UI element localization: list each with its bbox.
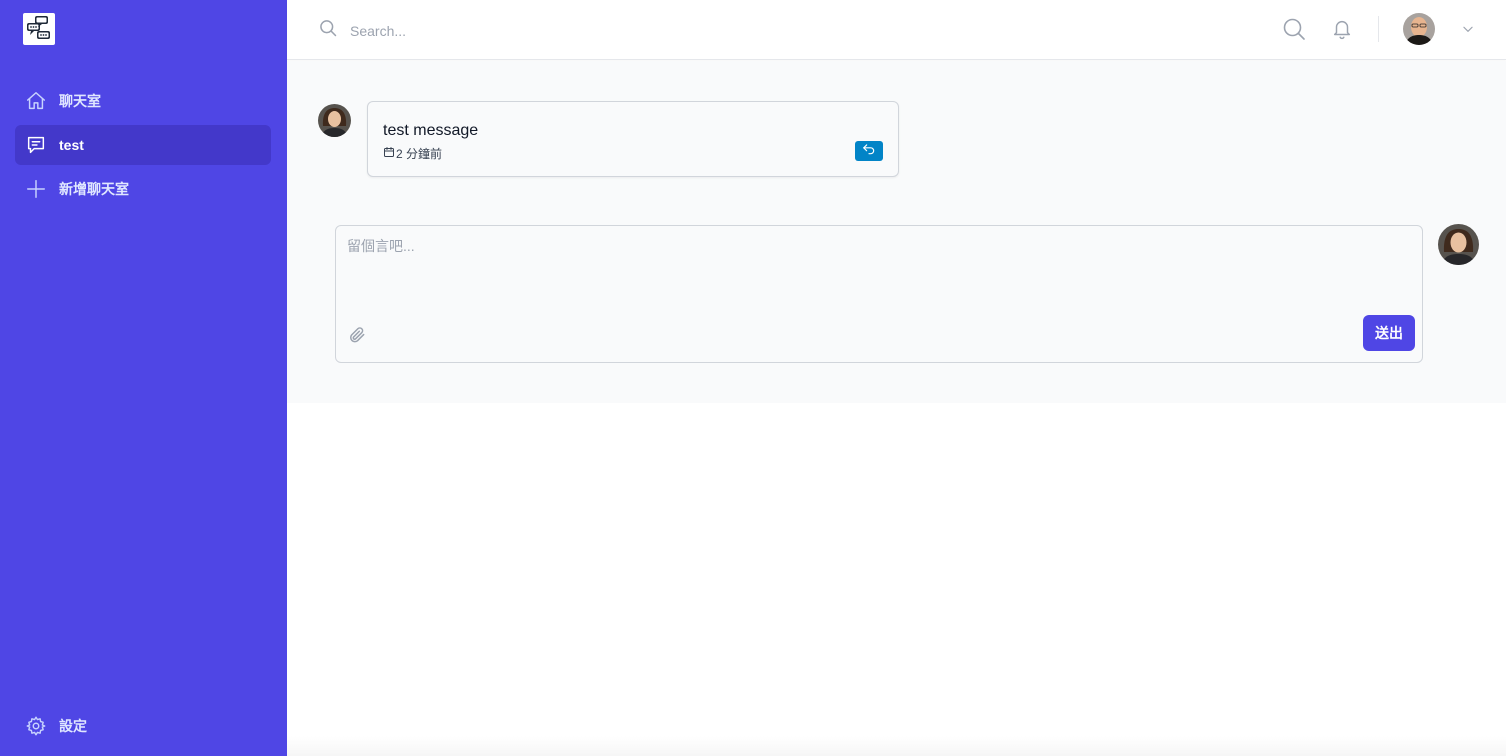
sidebar-item-label: 新增聊天室 [59, 181, 129, 197]
top-header [287, 0, 1506, 60]
search-bar [318, 18, 850, 43]
calendar-icon [383, 146, 395, 161]
message-timestamp: 2 分鐘前 [383, 145, 442, 162]
current-user-avatar [1438, 224, 1479, 265]
message-author-avatar [318, 104, 351, 137]
bottom-shadow [287, 736, 1506, 756]
search-input[interactable] [350, 22, 850, 39]
plus-icon [25, 178, 47, 200]
sidebar-item-settings[interactable]: 設定 [15, 706, 271, 746]
home-icon [25, 90, 47, 112]
chat-bubble-icon [25, 134, 47, 156]
chevron-down-icon[interactable] [1461, 22, 1475, 41]
sidebar-item-label: 設定 [59, 718, 87, 734]
message-composer: 送出 [335, 225, 1423, 363]
header-divider [1378, 16, 1379, 42]
gear-icon [25, 715, 47, 737]
paperclip-icon[interactable] [347, 325, 367, 350]
chat-main: test message 2 分鐘前 送出 [287, 61, 1506, 403]
send-button[interactable]: 送出 [1363, 315, 1415, 351]
sidebar-item-new-chatroom[interactable]: 新增聊天室 [15, 169, 271, 209]
sidebar-item-label: test [59, 137, 84, 153]
chat-logo-icon [27, 16, 50, 39]
message-text: test message [383, 122, 479, 139]
message-input[interactable] [347, 236, 1407, 306]
sidebar-item-label: 聊天室 [59, 93, 101, 109]
user-avatar[interactable] [1403, 13, 1435, 45]
bell-icon[interactable] [1331, 17, 1353, 46]
sidebar-item-chatrooms[interactable]: 聊天室 [15, 81, 271, 121]
message-time: 2 分鐘前 [396, 147, 443, 161]
app-logo[interactable] [23, 13, 55, 45]
reply-icon [862, 142, 876, 160]
search-icon[interactable] [1282, 17, 1306, 46]
sidebar-item-test[interactable]: test [15, 125, 271, 165]
sidebar: 聊天室 test 新增聊天室 設定 [0, 0, 287, 756]
message-card: test message 2 分鐘前 [367, 101, 899, 177]
reply-button[interactable] [855, 141, 883, 161]
search-icon [318, 18, 338, 43]
